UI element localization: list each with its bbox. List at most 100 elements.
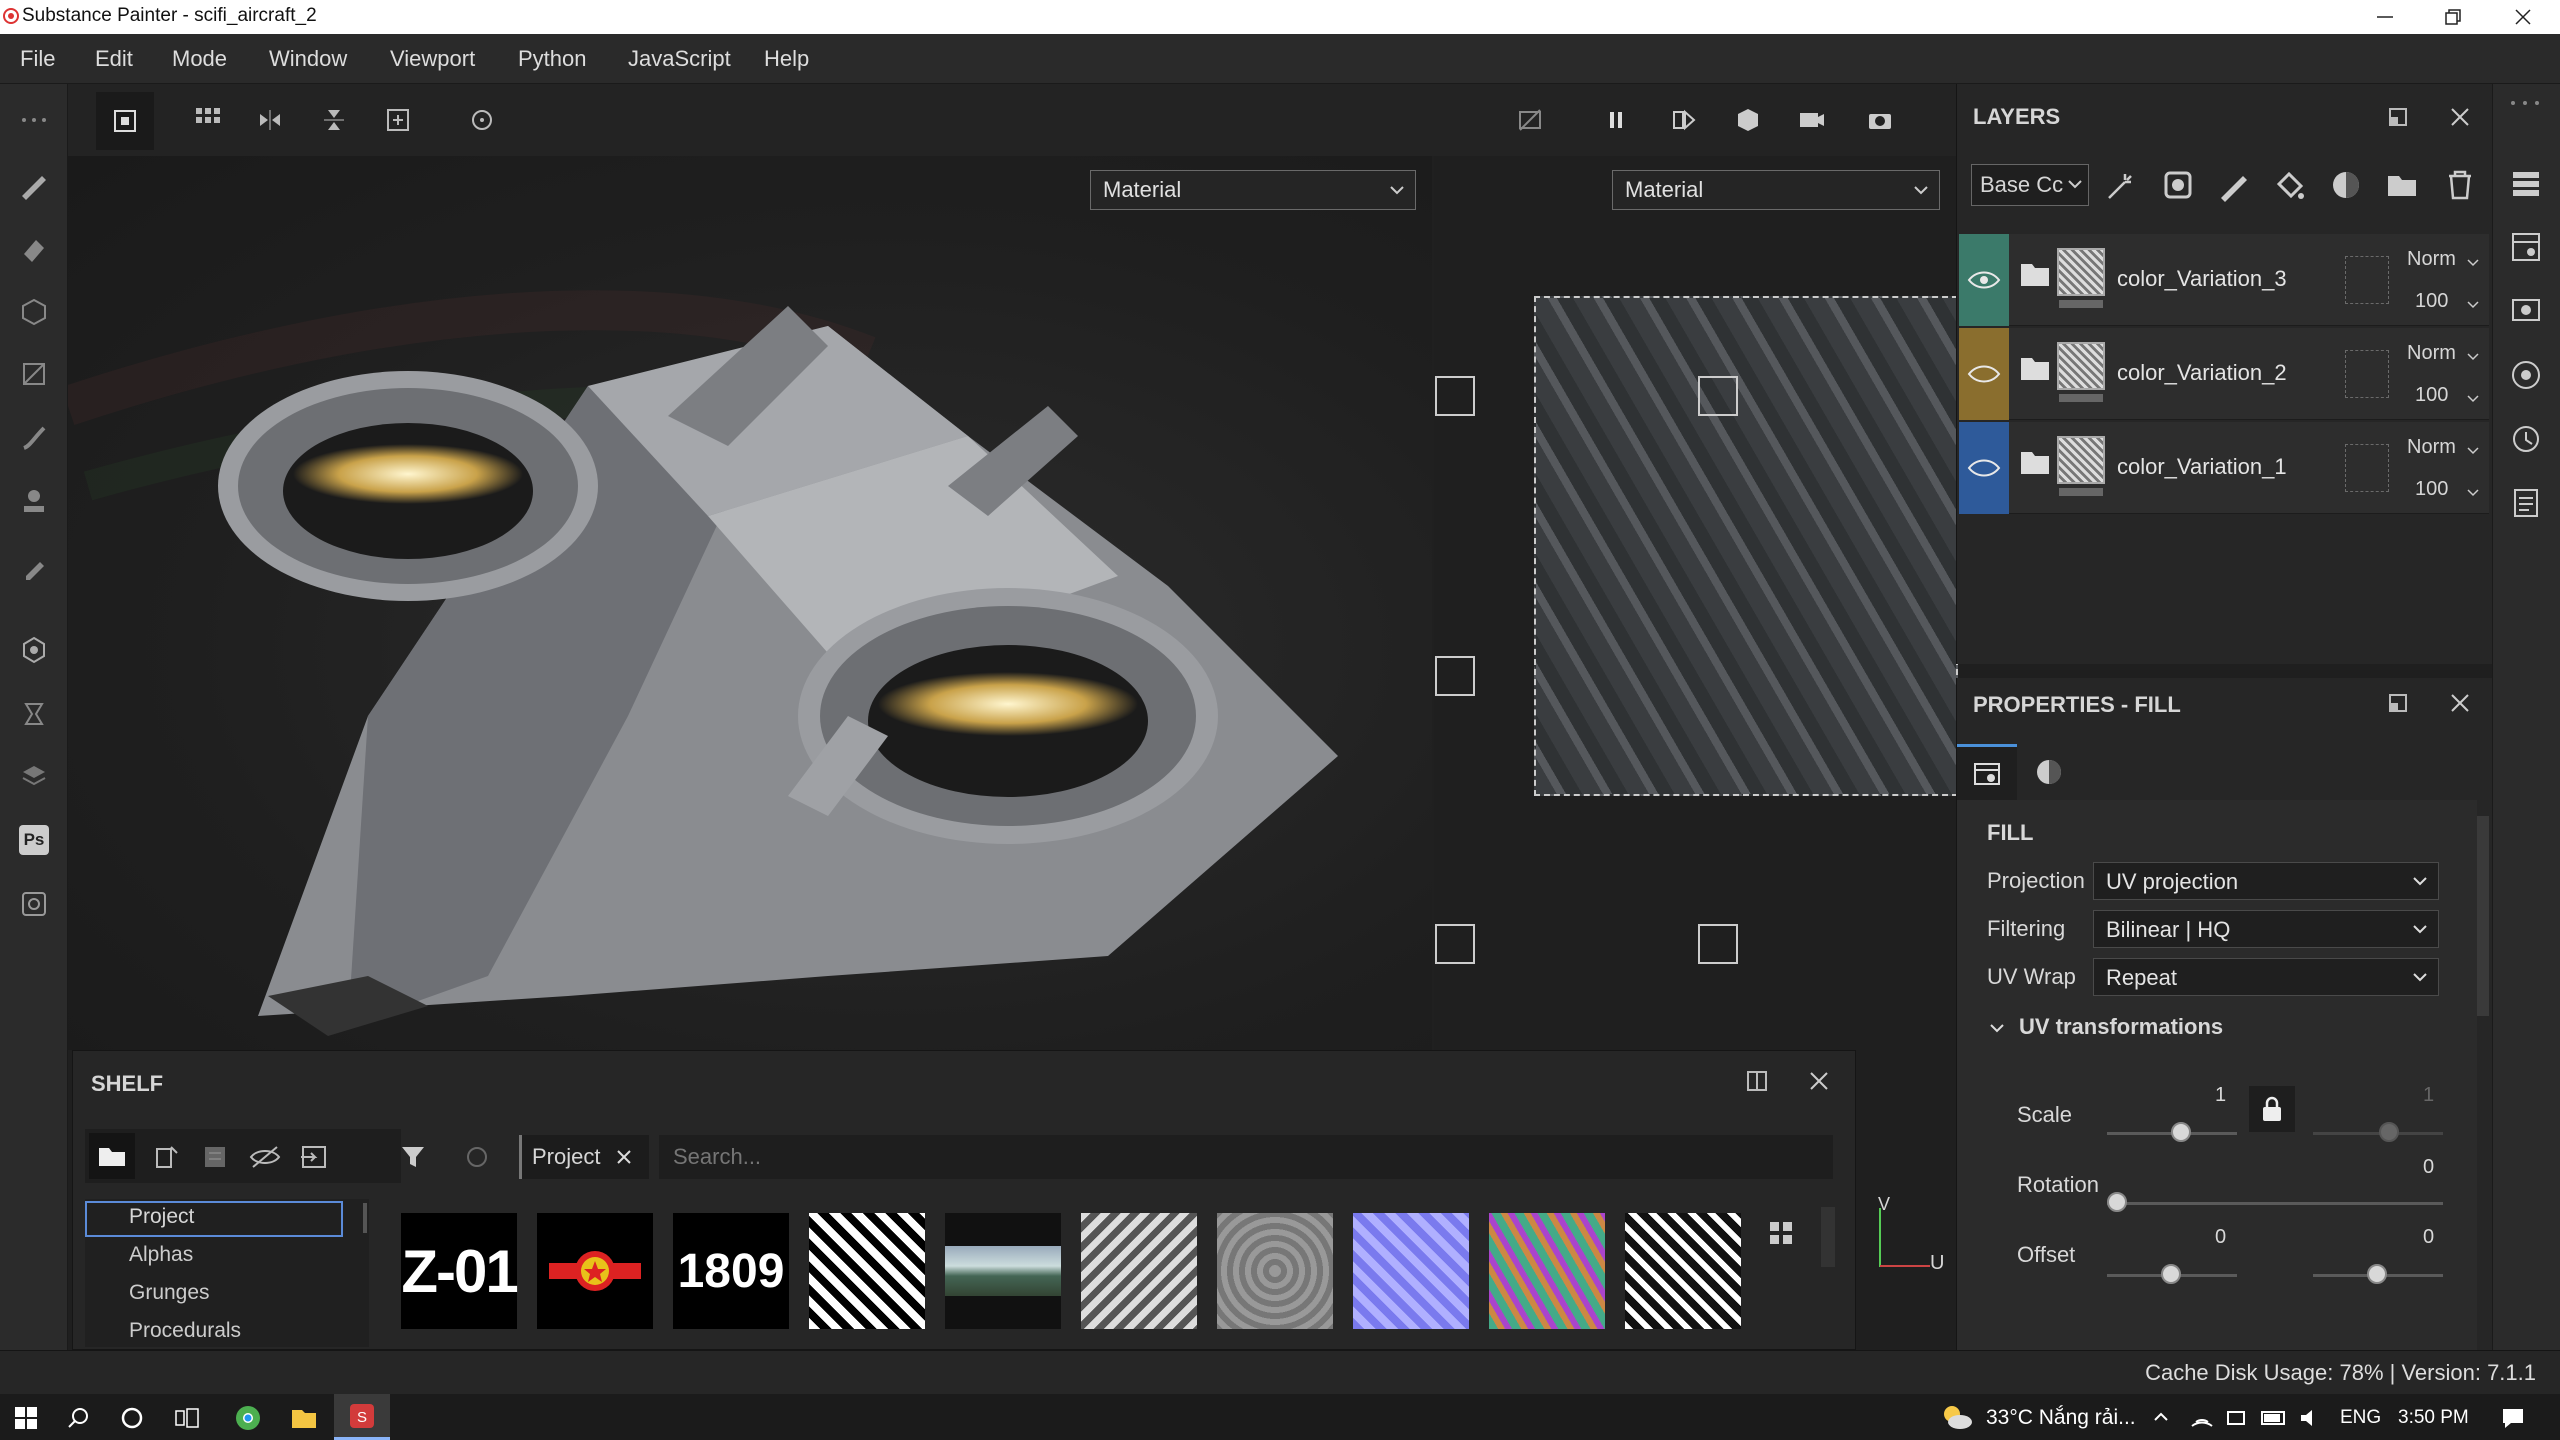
- offset-u-value[interactable]: 0: [2215, 1226, 2226, 1249]
- rotation-slider[interactable]: [2107, 1202, 2443, 1205]
- collapse-chevron-icon[interactable]: [1987, 1018, 2007, 1038]
- paint-brush-icon[interactable]: [14, 164, 54, 204]
- eraser-icon[interactable]: [14, 228, 54, 268]
- mirror-y-icon[interactable]: [312, 98, 356, 142]
- shelf-thumb-star-emblem[interactable]: [537, 1213, 653, 1329]
- geometry-mask-icon[interactable]: [14, 354, 54, 394]
- display-settings-icon[interactable]: [2509, 294, 2543, 328]
- layer-opacity[interactable]: 100: [2415, 478, 2448, 501]
- folder-icon[interactable]: [89, 1133, 135, 1179]
- menu-edit[interactable]: Edit: [95, 46, 133, 72]
- tab-material[interactable]: [2019, 744, 2079, 800]
- grid-layout-icon[interactable]: [1767, 1219, 1795, 1247]
- shelf-thumb-height[interactable]: [1217, 1213, 1333, 1329]
- shelf-thumb-mask[interactable]: [809, 1213, 925, 1329]
- task-view-icon[interactable]: [174, 1406, 200, 1430]
- remove-tag-icon[interactable]: [614, 1147, 634, 1167]
- properties-scrollbar[interactable]: [2477, 816, 2489, 1016]
- layer-opacity[interactable]: 100: [2415, 290, 2448, 313]
- uv-handle[interactable]: [1435, 656, 1475, 696]
- drag-handle-icon[interactable]: [14, 100, 54, 140]
- shelf-thumb-decal[interactable]: Z-01: [401, 1213, 519, 1329]
- object-view-icon[interactable]: [1726, 98, 1770, 142]
- smudge-icon[interactable]: [14, 418, 54, 458]
- uv-handle[interactable]: [1698, 376, 1738, 416]
- shelf-thumb-id-map[interactable]: [1489, 1213, 1605, 1329]
- maximize-panel-icon[interactable]: [1745, 1069, 1769, 1093]
- windows-start-icon[interactable]: [14, 1406, 38, 1430]
- volume-icon[interactable]: [2298, 1406, 2322, 1430]
- fit-view-icon[interactable]: [376, 98, 420, 142]
- viewport-3d[interactable]: [68, 156, 1432, 1050]
- photoshop-export-icon[interactable]: Ps: [14, 820, 54, 860]
- screenshot-icon[interactable]: [14, 884, 54, 924]
- refresh-icon[interactable]: [463, 1143, 491, 1171]
- close-window-icon[interactable]: [2512, 6, 2534, 28]
- language-indicator[interactable]: ENG: [2340, 1407, 2381, 1429]
- add-mask-icon[interactable]: [2161, 168, 2195, 202]
- shelf-thumb-mask-2[interactable]: [1625, 1213, 1741, 1329]
- viewport-uv[interactable]: [1434, 156, 1958, 1050]
- category-project[interactable]: Project: [85, 1201, 343, 1237]
- shelf-scrollbar[interactable]: [1821, 1207, 1835, 1267]
- chrome-icon[interactable]: [234, 1404, 262, 1432]
- visibility-toggle[interactable]: [1959, 234, 2009, 326]
- texture-set-icon[interactable]: [14, 758, 54, 798]
- offset-v-value[interactable]: 0: [2423, 1226, 2434, 1249]
- texture-set-settings-icon[interactable]: [2509, 230, 2543, 264]
- add-effect-icon[interactable]: [2105, 168, 2139, 202]
- layer-row[interactable]: color_Variation_2 Norm 100: [1959, 328, 2489, 420]
- uv-handle[interactable]: [1698, 924, 1738, 964]
- file-explorer-icon[interactable]: [290, 1404, 318, 1432]
- filtering-dropdown[interactable]: Bilinear | HQ: [2093, 910, 2439, 948]
- camera-mode-icon[interactable]: [1790, 98, 1834, 142]
- chevron-up-icon[interactable]: [2152, 1408, 2170, 1426]
- mirror-x-icon[interactable]: [248, 98, 292, 142]
- device-icon[interactable]: [2224, 1406, 2248, 1430]
- scale-v-slider[interactable]: [2313, 1132, 2443, 1135]
- color-picker-icon[interactable]: [14, 546, 54, 586]
- add-paint-layer-icon[interactable]: [2217, 168, 2251, 202]
- screenshot-camera-icon[interactable]: [1858, 98, 1902, 142]
- float-panel-icon[interactable]: [2387, 106, 2409, 128]
- network-icon[interactable]: [2190, 1406, 2214, 1430]
- offset-v-knob[interactable]: [2367, 1264, 2387, 1284]
- shelf-thumb-environment[interactable]: [945, 1213, 1061, 1329]
- add-folder-icon[interactable]: [2385, 168, 2419, 202]
- clock[interactable]: 3:50 PM: [2398, 1407, 2469, 1429]
- polygon-fill-icon[interactable]: [14, 630, 54, 670]
- projection-icon[interactable]: [14, 292, 54, 332]
- bake-icon[interactable]: [14, 694, 54, 734]
- category-procedurals[interactable]: Procedurals: [129, 1319, 241, 1343]
- weather-text[interactable]: 33°C Nắng rải...: [1986, 1406, 2136, 1430]
- shelf-thumb-normal-map[interactable]: [1353, 1213, 1469, 1329]
- new-folder-icon[interactable]: [153, 1143, 181, 1171]
- mask-slot[interactable]: [2345, 444, 2389, 492]
- visibility-toggle[interactable]: [1959, 422, 2009, 514]
- rotation-knob[interactable]: [2107, 1192, 2127, 1212]
- close-panel-icon[interactable]: [2449, 692, 2471, 714]
- menu-file[interactable]: File: [20, 46, 55, 72]
- library-icon[interactable]: [201, 1143, 229, 1171]
- uvwrap-dropdown[interactable]: Repeat: [2093, 958, 2439, 996]
- float-panel-icon[interactable]: [2387, 692, 2409, 714]
- drag-handle-icon[interactable]: [2505, 98, 2549, 108]
- restore-icon[interactable]: [2442, 6, 2464, 28]
- tab-fill-settings[interactable]: [1957, 744, 2017, 800]
- channel-dropdown[interactable]: Base Cc: [1971, 164, 2089, 206]
- mask-slot[interactable]: [2345, 256, 2389, 304]
- viewport-2d-channel-dropdown[interactable]: Material: [1612, 170, 1940, 210]
- menu-javascript[interactable]: JavaScript: [628, 46, 731, 72]
- log-icon[interactable]: [2509, 486, 2543, 520]
- reset-camera-icon[interactable]: [460, 98, 504, 142]
- scale-v-value[interactable]: 1: [2423, 1084, 2434, 1107]
- scale-u-value[interactable]: 1: [2215, 1084, 2226, 1107]
- notifications-icon[interactable]: [2500, 1406, 2526, 1430]
- import-icon[interactable]: [299, 1143, 329, 1171]
- layer-row[interactable]: color_Variation_3 Norm 100: [1959, 234, 2489, 326]
- filter-icon[interactable]: [399, 1143, 427, 1171]
- close-panel-icon[interactable]: [1807, 1069, 1831, 1093]
- shelf-search-input[interactable]: [659, 1135, 1833, 1179]
- shelf-thumb-number[interactable]: 1809: [673, 1213, 789, 1329]
- visibility-toggle[interactable]: [1959, 328, 2009, 420]
